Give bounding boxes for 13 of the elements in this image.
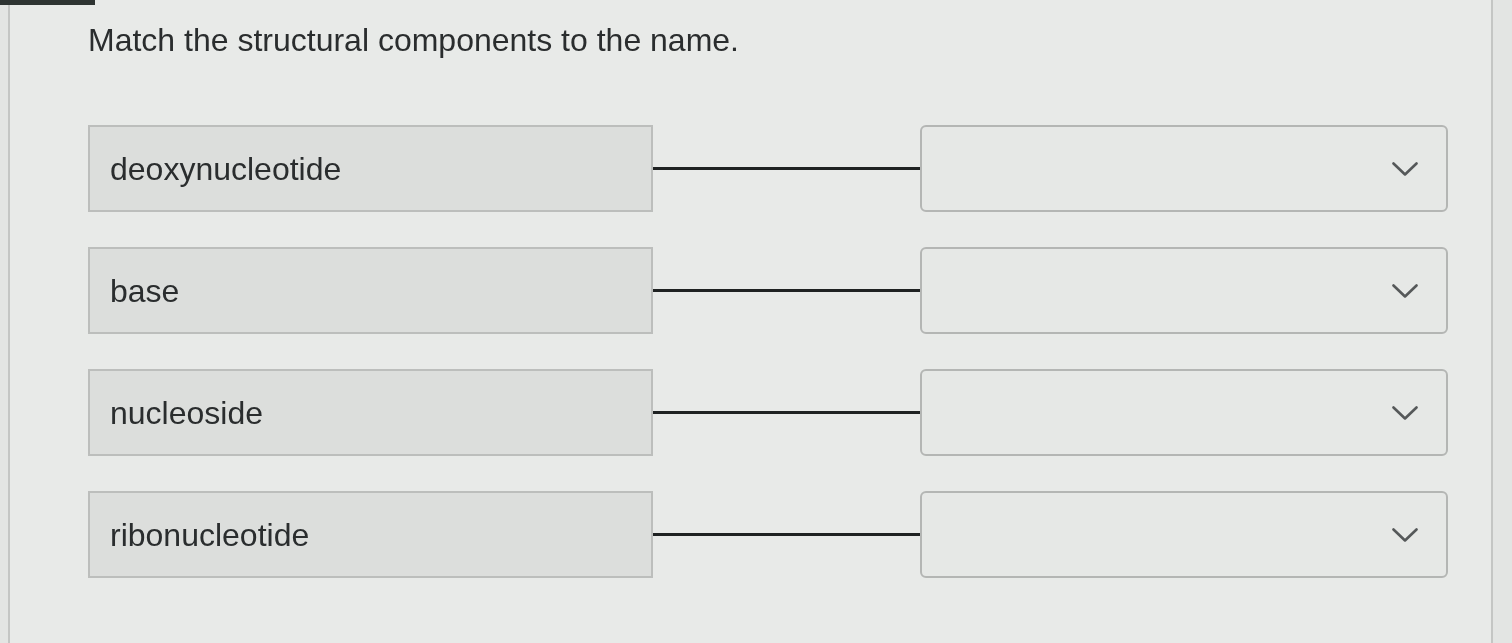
- answer-dropdown[interactable]: [920, 125, 1448, 212]
- answer-dropdown[interactable]: [920, 247, 1448, 334]
- chevron-down-icon: [1392, 527, 1418, 542]
- chevron-down-icon: [1392, 161, 1418, 176]
- term-box: ribonucleotide: [88, 491, 653, 578]
- chevron-down-icon: [1392, 405, 1418, 420]
- term-box: base: [88, 247, 653, 334]
- answer-dropdown[interactable]: [920, 491, 1448, 578]
- answer-dropdown[interactable]: [920, 369, 1448, 456]
- term-box: deoxynucleotide: [88, 125, 653, 212]
- term-box: nucleoside: [88, 369, 653, 456]
- chevron-down-icon: [1392, 283, 1418, 298]
- question-prompt: Match the structural components to the name.: [88, 21, 739, 60]
